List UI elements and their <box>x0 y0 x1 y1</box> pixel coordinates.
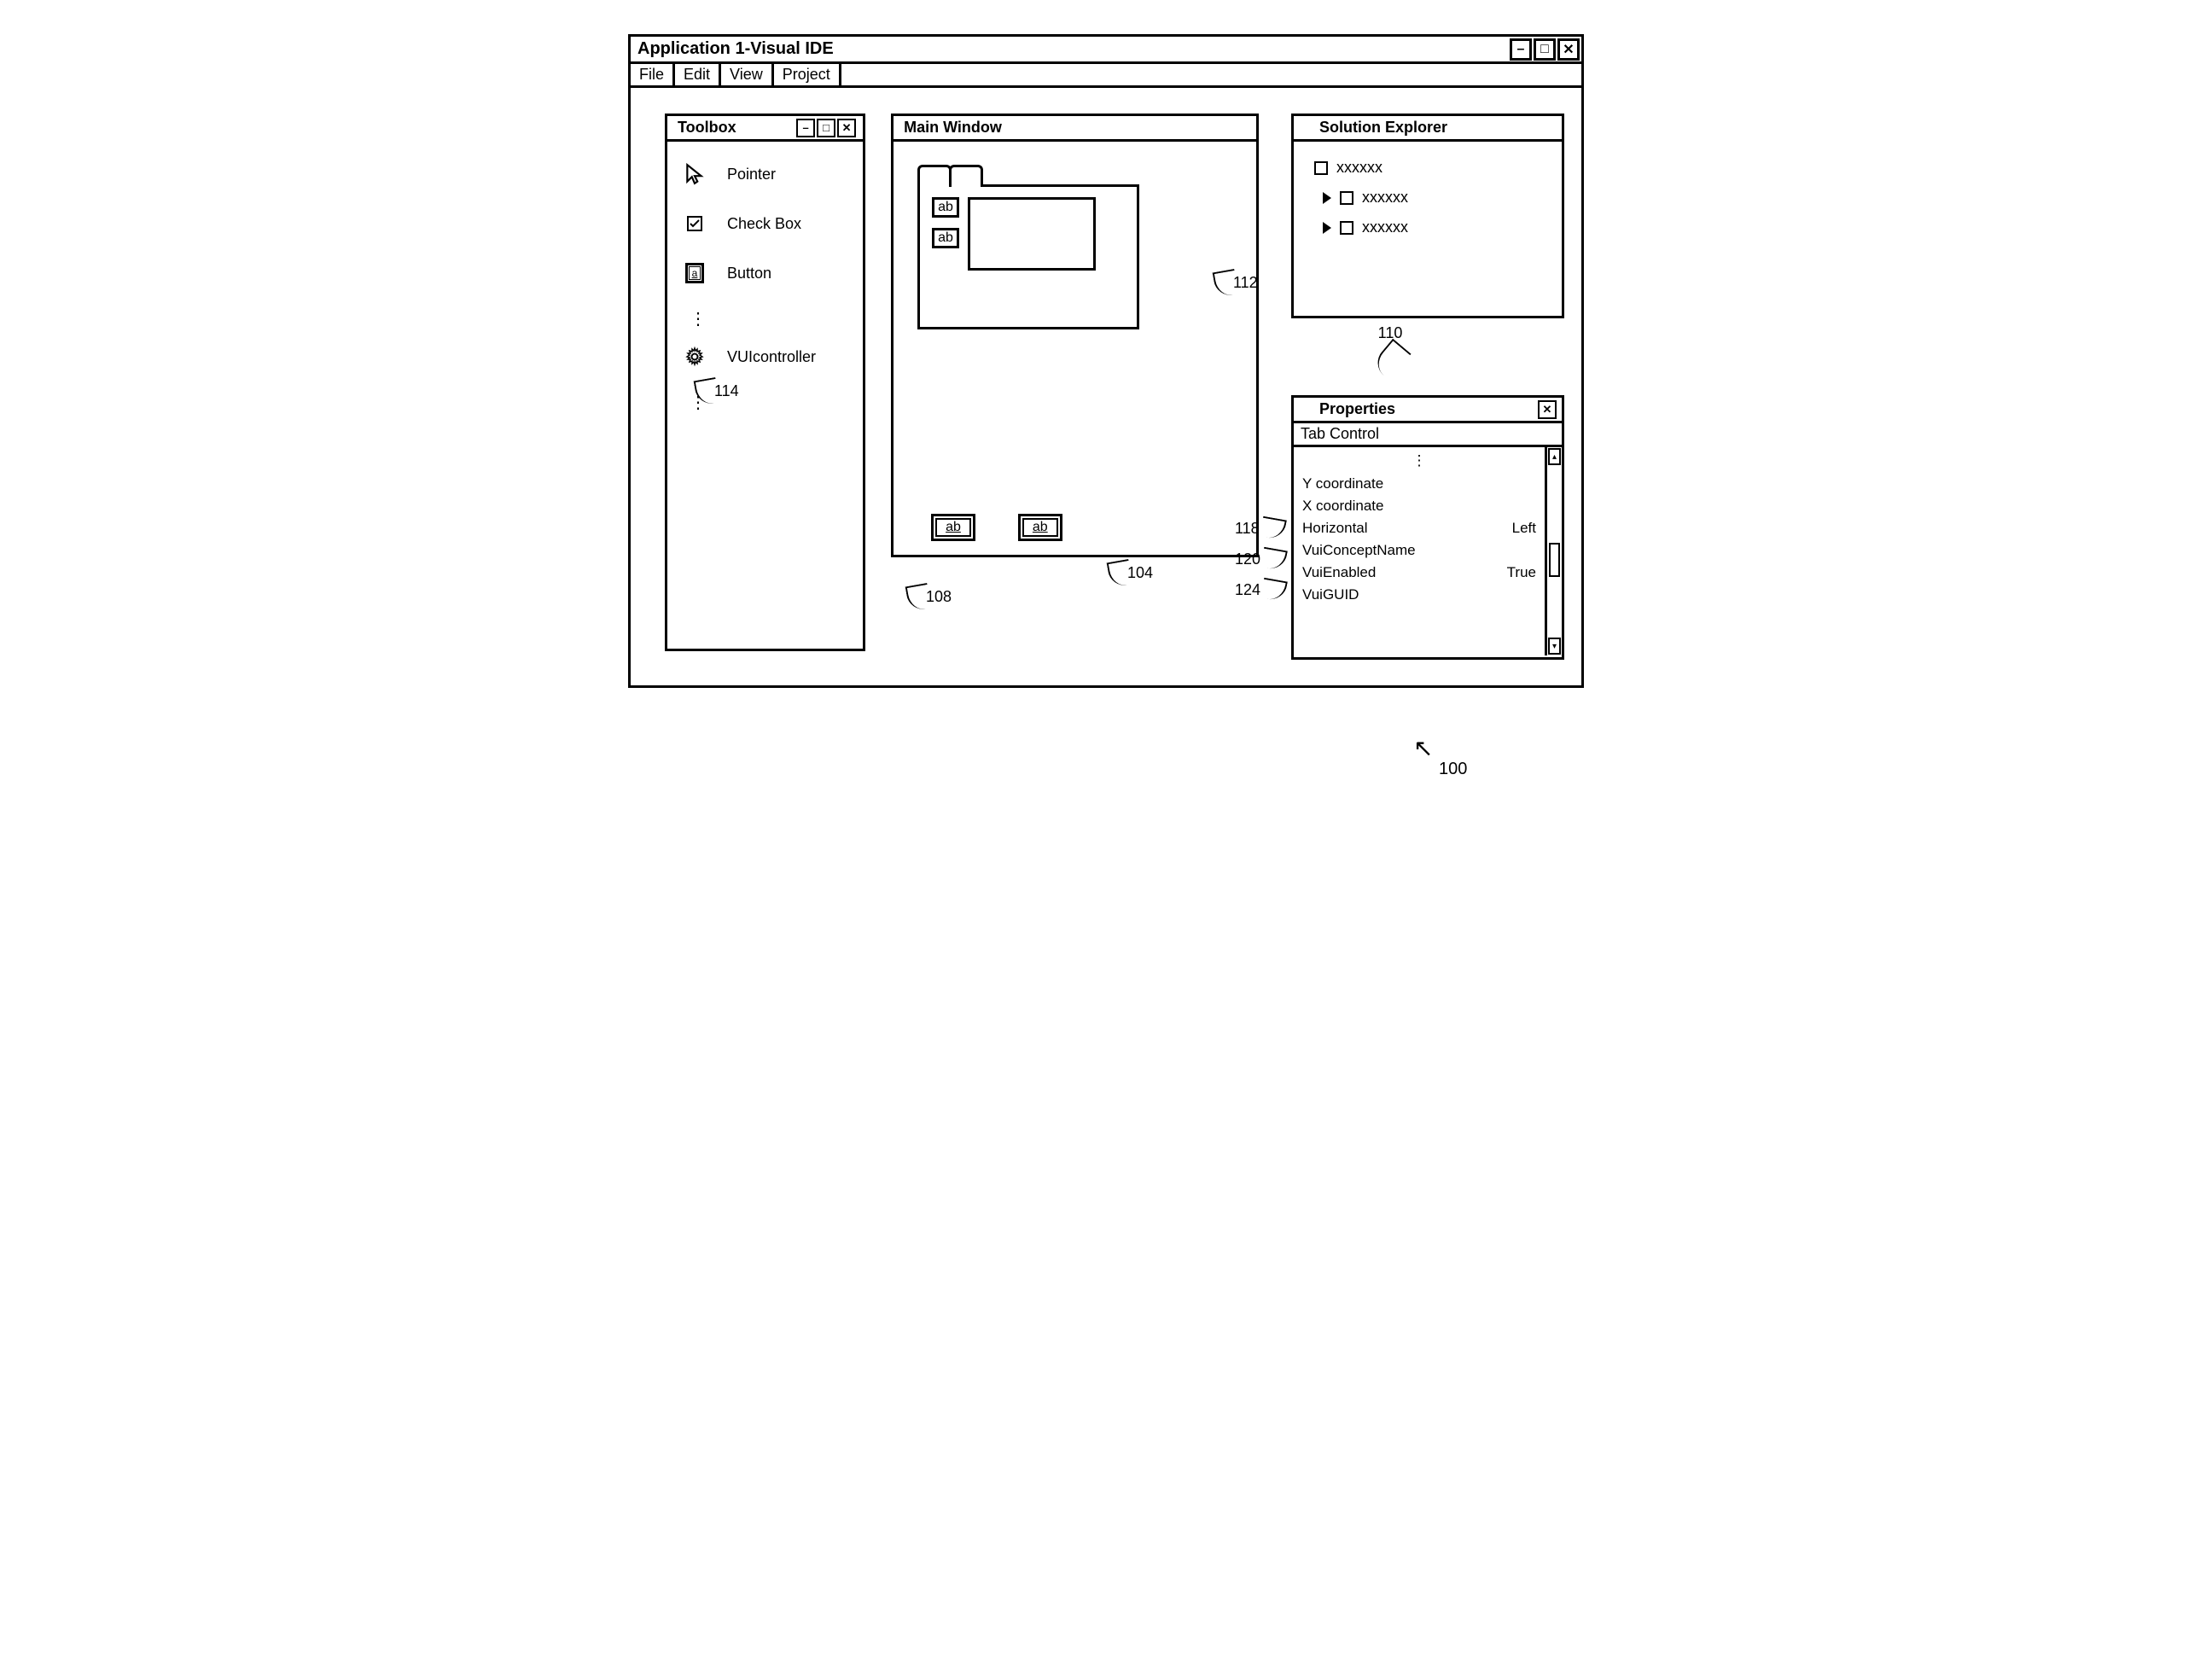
properties-title: Properties <box>1304 400 1538 418</box>
properties-list: ⋮ Y coordinate X coordinate HorizontalLe… <box>1294 447 1545 655</box>
ellipsis: ⋮ <box>1302 452 1536 473</box>
gear-icon <box>683 345 707 369</box>
textbox-control[interactable]: ab <box>932 228 959 248</box>
panel-control[interactable] <box>968 197 1096 271</box>
scrollbar[interactable]: ▴ ▾ <box>1545 447 1562 655</box>
toolbox-header: Toolbox – □ ✕ <box>667 116 863 142</box>
solution-explorer-title: Solution Explorer <box>1304 119 1557 137</box>
pointer-icon <box>683 162 707 186</box>
textbox-control[interactable]: ab <box>932 197 959 218</box>
property-row[interactable]: VuiEnabledTrue <box>1302 562 1536 584</box>
toolbox-close-button[interactable]: ✕ <box>837 119 856 137</box>
toolbox-panel: Toolbox – □ ✕ Pointer <box>665 114 865 651</box>
toolbox-title: Toolbox <box>678 119 796 137</box>
tab-1[interactable] <box>917 165 952 187</box>
solution-tree: xxxxxx xxxxxx xxxxxx <box>1294 142 1562 265</box>
properties-object-selector[interactable]: Tab Control <box>1294 423 1562 447</box>
ref-110: 110 <box>1377 324 1403 376</box>
ref-120: 120 <box>1235 549 1286 569</box>
scroll-track[interactable] <box>1547 466 1562 637</box>
toolbox-minimize-button[interactable]: – <box>796 119 815 137</box>
title-bar: Application 1-Visual IDE – □ ✕ <box>631 37 1581 64</box>
ref-124: 124 <box>1235 580 1286 600</box>
tree-item[interactable]: xxxxxx <box>1314 189 1541 207</box>
arrow-icon: ↖ <box>1413 734 1433 762</box>
button-icon: a <box>683 261 707 285</box>
ref-108: 108 <box>907 585 952 610</box>
window-title: Application 1-Visual IDE <box>637 39 1510 59</box>
window-controls: – □ ✕ <box>1510 38 1581 61</box>
workspace: Toolbox – □ ✕ Pointer <box>631 88 1581 685</box>
scroll-thumb[interactable] <box>1549 543 1560 577</box>
tool-button[interactable]: a Button <box>683 261 847 285</box>
tree-node-icon <box>1314 161 1328 175</box>
main-window-panel: Main Window ab ab <box>891 114 1259 557</box>
button-control[interactable]: ab <box>1018 514 1062 541</box>
toolbox-body: Pointer Check Box a Button ⋮ <box>667 142 863 432</box>
main-window-header: Main Window <box>894 116 1256 142</box>
tool-vuicontroller[interactable]: VUIcontroller <box>683 345 847 369</box>
tree-node-icon <box>1340 221 1353 235</box>
app-window: Application 1-Visual IDE – □ ✕ File Edit… <box>628 34 1584 688</box>
solution-explorer-panel: Solution Explorer xxxxxx xxxxxx <box>1291 114 1564 318</box>
menu-view[interactable]: View <box>721 64 774 85</box>
scroll-down-button[interactable]: ▾ <box>1548 638 1561 655</box>
properties-close-button[interactable]: ✕ <box>1538 400 1557 419</box>
right-column: Solution Explorer xxxxxx xxxxxx <box>1291 114 1564 660</box>
expand-icon[interactable] <box>1323 192 1331 204</box>
design-surface[interactable]: ab ab ab ab <box>894 142 1256 555</box>
property-row[interactable]: X coordinate <box>1302 495 1536 517</box>
menu-edit[interactable]: Edit <box>675 64 721 85</box>
tree-root[interactable]: xxxxxx <box>1314 159 1541 177</box>
ref-118: 118 <box>1235 518 1285 539</box>
property-row[interactable]: Y coordinate <box>1302 473 1536 495</box>
tree-item[interactable]: xxxxxx <box>1314 218 1541 236</box>
ref-112: 112 <box>1214 271 1258 296</box>
expand-icon[interactable] <box>1323 222 1331 234</box>
maximize-button[interactable]: □ <box>1534 38 1556 61</box>
menu-project[interactable]: Project <box>774 64 841 85</box>
minimize-button[interactable]: – <box>1510 38 1532 61</box>
close-button[interactable]: ✕ <box>1557 38 1580 61</box>
scroll-up-button[interactable]: ▴ <box>1548 448 1561 465</box>
tool-checkbox[interactable]: Check Box <box>683 212 847 236</box>
property-row[interactable]: HorizontalLeft <box>1302 517 1536 539</box>
properties-panel: Properties ✕ Tab Control ⋮ Y coordinate … <box>1291 395 1564 660</box>
toolbox-maximize-button[interactable]: □ <box>817 119 835 137</box>
main-window-title: Main Window <box>904 119 1251 137</box>
ref-104: 104 <box>1109 561 1153 586</box>
ref-114: 114 <box>696 379 739 405</box>
properties-header: Properties ✕ <box>1294 398 1562 423</box>
tab-2[interactable] <box>949 165 983 187</box>
ref-100: 100 <box>1439 760 1467 779</box>
tree-node-icon <box>1340 191 1353 205</box>
menu-bar: File Edit View Project <box>631 64 1581 88</box>
property-row[interactable]: VuiGUID <box>1302 584 1536 606</box>
tool-pointer[interactable]: Pointer <box>683 162 847 186</box>
menu-file[interactable]: File <box>631 64 675 85</box>
tab-control[interactable]: ab ab <box>917 184 1139 329</box>
checkbox-icon <box>683 212 707 236</box>
property-row[interactable]: VuiConceptName <box>1302 539 1536 562</box>
ellipsis: ⋮ <box>683 311 847 328</box>
solution-explorer-header: Solution Explorer <box>1294 116 1562 142</box>
button-control[interactable]: ab <box>931 514 975 541</box>
